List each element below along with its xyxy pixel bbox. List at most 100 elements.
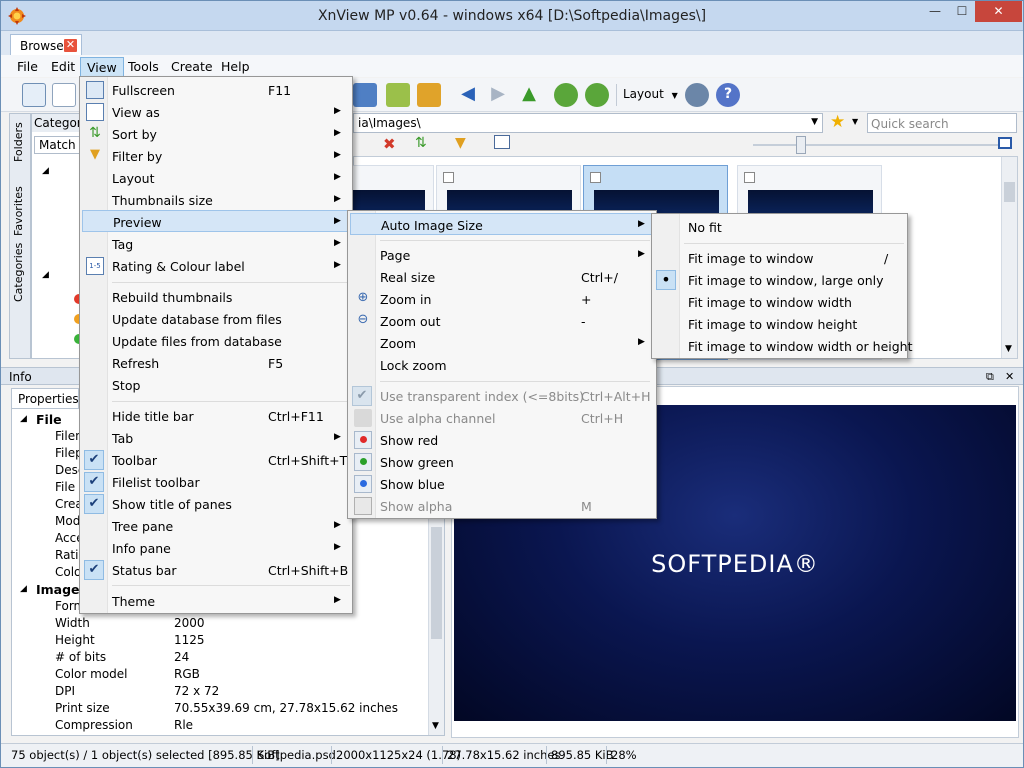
close-button[interactable]: ✕ xyxy=(975,1,1022,22)
scroll-thumb[interactable] xyxy=(1004,182,1015,202)
menu-label: Fit image to window xyxy=(688,251,813,266)
minimize-button[interactable]: — xyxy=(921,1,949,22)
export-icon[interactable] xyxy=(386,83,410,107)
menu-item-stop[interactable]: Stop xyxy=(82,374,350,396)
menu-item-zoom-out[interactable]: ⊖ Zoom out - xyxy=(350,310,654,332)
tab-favorites[interactable]: Favorites xyxy=(12,186,25,236)
thumbnail-checkbox[interactable] xyxy=(744,172,755,183)
menu-item-filter-by[interactable]: ▼ Filter by ▶ xyxy=(82,145,350,167)
menu-label: Fullscreen xyxy=(112,83,175,98)
tab-close-icon[interactable]: ✕ xyxy=(64,39,77,52)
menu-view[interactable]: View xyxy=(80,57,124,77)
thumb-grid-icon[interactable] xyxy=(494,135,510,149)
menu-item-filelist-toolbar[interactable]: ✔ Filelist toolbar xyxy=(82,471,350,493)
menu-item-toolbar[interactable]: ✔ Toolbar Ctrl+Shift+T xyxy=(82,449,350,471)
rotate-right-icon[interactable] xyxy=(585,83,609,107)
menu-item-auto-image-size[interactable]: Auto Image Size ▶ xyxy=(350,213,654,235)
menu-item-rating[interactable]: 1-5 Rating & Colour label ▶ xyxy=(82,255,350,277)
menu-item-lock-zoom[interactable]: Lock zoom xyxy=(350,354,654,376)
tab-folders[interactable]: Folders xyxy=(12,122,25,162)
close-pane-icon[interactable]: ✕ xyxy=(1005,370,1014,383)
menu-edit[interactable]: Edit xyxy=(45,57,81,77)
thumbnail-checkbox[interactable] xyxy=(443,172,454,183)
scroll-thumb[interactable] xyxy=(431,527,442,639)
menu-item-no-fit[interactable]: No fit xyxy=(654,216,905,238)
thumbnail-scrollbar[interactable]: ▼ xyxy=(1001,157,1017,358)
menu-item-update-db[interactable]: Update database from files xyxy=(82,308,350,330)
scroll-down-icon[interactable]: ▼ xyxy=(432,721,439,731)
menu-item-update-files[interactable]: Update files from database xyxy=(82,330,350,352)
fullscreen-icon[interactable] xyxy=(22,83,46,107)
menu-item-show-green[interactable]: Show green xyxy=(350,451,654,473)
menu-help[interactable]: Help xyxy=(215,57,256,77)
menu-item-rebuild-thumbnails[interactable]: Rebuild thumbnails xyxy=(82,286,350,308)
gear-icon[interactable] xyxy=(685,83,709,107)
menu-item-refresh[interactable]: Refresh F5 xyxy=(82,352,350,374)
menu-item-fit-window-width[interactable]: Fit image to window width xyxy=(654,291,905,313)
menu-item-view-as[interactable]: View as ▶ xyxy=(82,101,350,123)
menu-item-tree-pane[interactable]: Tree pane ▶ xyxy=(82,515,350,537)
chevron-down-icon[interactable]: ▼ xyxy=(811,117,818,127)
menu-item-theme[interactable]: Theme ▶ xyxy=(82,590,350,612)
menu-create[interactable]: Create xyxy=(165,57,219,77)
menu-item-sort-by[interactable]: ⇅ Sort by ▶ xyxy=(82,123,350,145)
collapse-icon[interactable]: ◢ xyxy=(20,584,27,594)
grid-view-icon[interactable] xyxy=(52,83,76,107)
tab-properties[interactable]: Properties xyxy=(11,388,79,408)
quick-search-input[interactable]: Quick search xyxy=(867,113,1017,133)
menu-item-show-pane-titles[interactable]: ✔ Show title of panes xyxy=(82,493,350,515)
sort-icon[interactable]: ⇅ xyxy=(415,135,427,151)
menu-item-fit-window-large-only[interactable]: • Fit image to window, large only xyxy=(654,269,905,291)
menu-item-zoom-in[interactable]: ⊕ Zoom in + xyxy=(350,288,654,310)
menu-item-page[interactable]: Page ▶ xyxy=(350,244,654,266)
tab-browser[interactable]: Browser ✕ xyxy=(10,34,82,56)
menu-item-zoom[interactable]: Zoom ▶ xyxy=(350,332,654,354)
menu-item-transparent-index[interactable]: ✔ Use transparent index (<=8bits) Ctrl+A… xyxy=(350,385,654,407)
layout-toggle-icon[interactable] xyxy=(998,137,1012,149)
help-icon[interactable]: ? xyxy=(716,83,740,107)
arrow-up-icon[interactable]: ▲ xyxy=(517,83,541,107)
menu-item-show-red[interactable]: Show red xyxy=(350,429,654,451)
menu-item-fit-window-height[interactable]: Fit image to window height xyxy=(654,313,905,335)
scroll-down-icon[interactable]: ▼ xyxy=(1005,344,1012,354)
rotate-left-icon[interactable] xyxy=(554,83,578,107)
layout-dropdown[interactable]: Layout ▼ xyxy=(623,87,678,101)
arrow-right-icon[interactable]: ▶ xyxy=(486,83,510,107)
thumbnail-checkbox[interactable] xyxy=(590,172,601,183)
menu-item-hide-title-bar[interactable]: Hide title bar Ctrl+F11 xyxy=(82,405,350,427)
star-icon[interactable]: ★ xyxy=(830,112,845,132)
maximize-button[interactable]: ☐ xyxy=(949,1,975,22)
menu-item-show-blue[interactable]: Show blue xyxy=(350,473,654,495)
tree-expand-icon[interactable]: ◢ xyxy=(42,270,49,280)
menu-shortcut: Ctrl+H xyxy=(581,411,623,426)
tab-categories[interactable]: Categories xyxy=(12,243,25,302)
filter-icon[interactable]: ▼ xyxy=(455,135,466,151)
menu-item-fit-window-width-or-height[interactable]: Fit image to window width or height xyxy=(654,335,905,357)
delete-icon[interactable]: ✖ xyxy=(383,135,396,153)
thumbnail-size-slider[interactable] xyxy=(753,144,1003,146)
menu-item-tag[interactable]: Tag ▶ xyxy=(82,233,350,255)
status-print-size: 27.78x15.62 inches xyxy=(447,748,560,762)
address-bar[interactable]: ia\Images\ ▼ xyxy=(353,113,823,133)
menu-item-preview[interactable]: Preview ▶ xyxy=(82,210,350,232)
restore-pane-icon[interactable]: ⧉ xyxy=(986,370,994,384)
collapse-icon[interactable]: ◢ xyxy=(20,414,27,424)
menu-item-real-size[interactable]: Real size Ctrl+/ xyxy=(350,266,654,288)
menu-item-status-bar[interactable]: ✔ Status bar Ctrl+Shift+B xyxy=(82,559,350,581)
menu-item-fit-window[interactable]: Fit image to window / xyxy=(654,247,905,269)
arrow-left-icon[interactable]: ◀ xyxy=(456,83,480,107)
camera-icon[interactable] xyxy=(353,83,377,107)
menu-item-info-pane[interactable]: Info pane ▶ xyxy=(82,537,350,559)
menu-item-fullscreen[interactable]: Fullscreen F11 xyxy=(82,79,350,101)
chevron-down-icon[interactable]: ▼ xyxy=(852,117,858,126)
tree-expand-icon[interactable]: ◢ xyxy=(42,166,49,176)
menu-item-tab[interactable]: Tab ▶ xyxy=(82,427,350,449)
menu-item-alpha-channel[interactable]: Use alpha channel Ctrl+H xyxy=(350,407,654,429)
slider-handle[interactable] xyxy=(796,136,806,154)
menu-file[interactable]: File xyxy=(11,57,44,77)
menu-tools[interactable]: Tools xyxy=(122,57,165,77)
menu-item-layout[interactable]: Layout ▶ xyxy=(82,167,350,189)
menu-item-show-alpha[interactable]: Show alpha M xyxy=(350,495,654,517)
menu-item-thumbnails-size[interactable]: Thumbnails size ▶ xyxy=(82,189,350,211)
convert-icon[interactable] xyxy=(417,83,441,107)
